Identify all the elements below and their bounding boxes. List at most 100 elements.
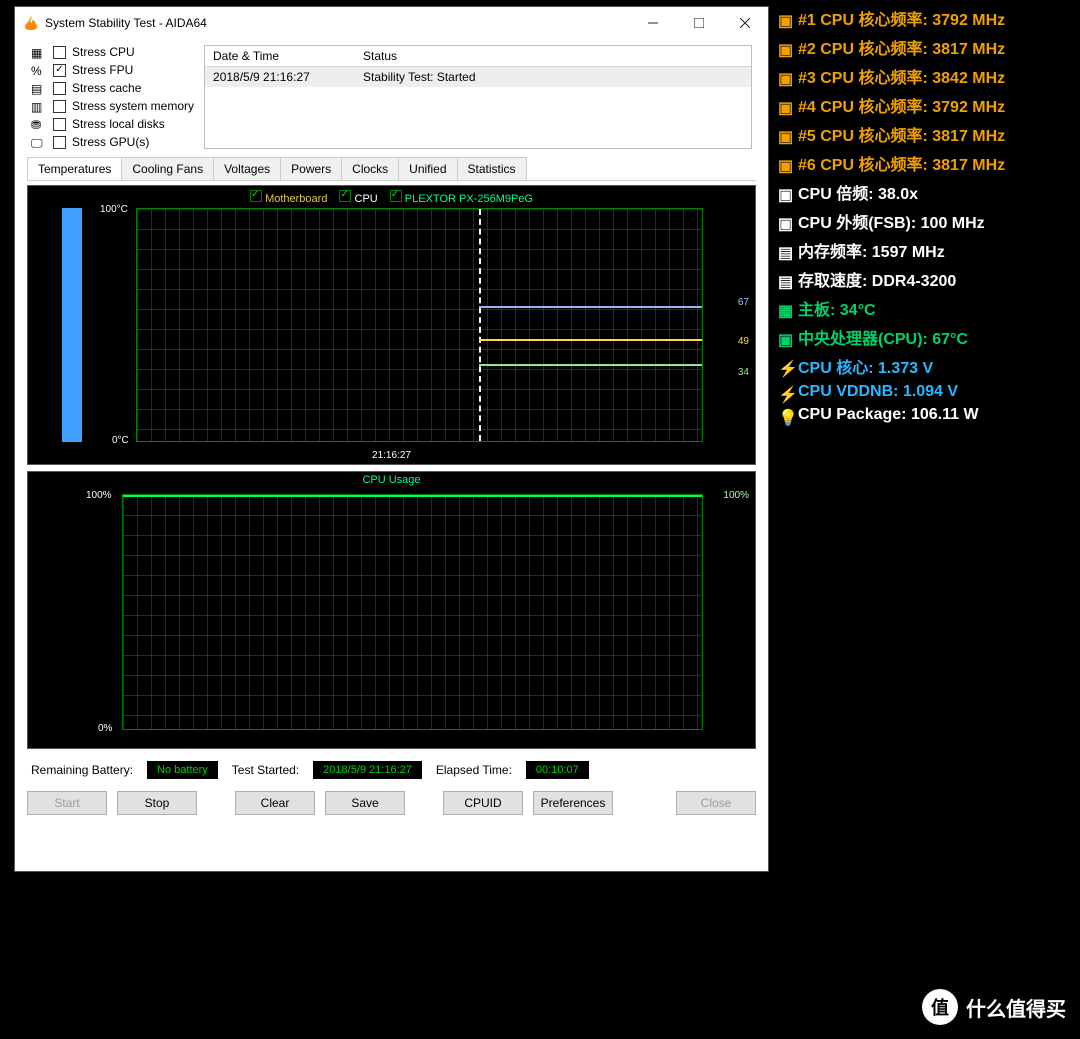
stress-option-2[interactable]: ▤ Stress cache bbox=[31, 81, 194, 95]
flame-icon bbox=[23, 15, 39, 31]
tab-cooling-fans[interactable]: Cooling Fans bbox=[121, 157, 214, 180]
checkbox-icon[interactable] bbox=[53, 136, 66, 149]
log-cell-datetime: 2018/5/9 21:16:27 bbox=[205, 67, 355, 87]
legend-checkbox-icon[interactable] bbox=[339, 190, 351, 202]
stress-label: Stress GPU(s) bbox=[72, 135, 149, 149]
chip-icon: ▣ bbox=[778, 40, 792, 54]
log-cell-status: Stability Test: Started bbox=[355, 67, 751, 87]
log-row[interactable]: 2018/5/9 21:16:27 Stability Test: Starte… bbox=[205, 67, 751, 87]
rtick-34: 34 bbox=[738, 367, 749, 378]
cpu-usage-title: CPU Usage bbox=[28, 472, 755, 486]
checkbox-icon[interactable] bbox=[53, 64, 66, 77]
sensor-label: #3 CPU 核心频率: 3842 MHz bbox=[798, 64, 1005, 88]
log-header-datetime: Date & Time bbox=[205, 46, 355, 66]
legend-motherboard[interactable]: Motherboard bbox=[250, 190, 327, 205]
save-button[interactable]: Save bbox=[325, 791, 405, 815]
sensor-row-14: 💡 CPU Package: 106.11 W bbox=[778, 406, 1072, 424]
battery-value: No battery bbox=[147, 761, 218, 779]
bulb-icon: 💡 bbox=[778, 408, 792, 422]
sensor-label: CPU 倍频: 38.0x bbox=[798, 180, 918, 204]
legend-plextor-px-256m9peg[interactable]: PLEXTOR PX-256M9PeG bbox=[390, 190, 533, 205]
chip-icon: ▣ bbox=[778, 330, 792, 344]
maximize-button[interactable] bbox=[676, 7, 722, 39]
sensor-row-4: ▣ #5 CPU 核心频率: 3817 MHz bbox=[778, 122, 1072, 146]
legend-cpu[interactable]: CPU bbox=[339, 190, 377, 205]
bolt-icon: ⚡ bbox=[778, 359, 792, 373]
preferences-button[interactable]: Preferences bbox=[533, 791, 613, 815]
started-label: Test Started: bbox=[232, 763, 299, 777]
stress-option-1[interactable]: % Stress FPU bbox=[31, 63, 194, 77]
tab-voltages[interactable]: Voltages bbox=[213, 157, 281, 180]
stress-option-0[interactable]: ▦ Stress CPU bbox=[31, 45, 194, 59]
button-row: Start Stop Clear Save CPUID Preferences … bbox=[15, 785, 768, 827]
chip-icon: ▣ bbox=[778, 156, 792, 170]
close-button[interactable] bbox=[722, 7, 768, 39]
legend-checkbox-icon[interactable] bbox=[390, 190, 402, 202]
usage-grid bbox=[122, 494, 703, 730]
sensor-label: #6 CPU 核心频率: 3817 MHz bbox=[798, 151, 1005, 175]
sensor-label: #4 CPU 核心频率: 3792 MHz bbox=[798, 93, 1005, 117]
mem-icon: ▤ bbox=[778, 243, 792, 257]
tab-powers[interactable]: Powers bbox=[280, 157, 342, 180]
tab-temperatures[interactable]: Temperatures bbox=[27, 157, 122, 180]
tab-unified[interactable]: Unified bbox=[398, 157, 457, 180]
sensor-label: 中央处理器(CPU): 67°C bbox=[798, 325, 968, 349]
stress-label: Stress CPU bbox=[72, 45, 135, 59]
sensor-row-1: ▣ #2 CPU 核心频率: 3817 MHz bbox=[778, 35, 1072, 59]
sensor-label: CPU 外频(FSB): 100 MHz bbox=[798, 209, 985, 233]
checkbox-icon[interactable] bbox=[53, 82, 66, 95]
cpu-curve bbox=[479, 306, 702, 308]
stress-options: ▦ Stress CPU % Stress FPU ▤ Stress cache ▥ … bbox=[31, 45, 194, 149]
ytick-min: 0°C bbox=[112, 435, 129, 446]
sensor-row-13: ⚡ CPU VDDNB: 1.094 V bbox=[778, 383, 1072, 401]
tab-clocks[interactable]: Clocks bbox=[341, 157, 399, 180]
checkbox-icon[interactable] bbox=[53, 118, 66, 131]
tab-statistics[interactable]: Statistics bbox=[457, 157, 527, 180]
checkbox-icon[interactable] bbox=[53, 100, 66, 113]
stress-option-5[interactable]: 🖵 Stress GPU(s) bbox=[31, 135, 194, 149]
motherboard-curve bbox=[479, 339, 702, 341]
legend-checkbox-icon[interactable] bbox=[250, 190, 262, 202]
close-panel-button[interactable]: Close bbox=[676, 791, 756, 815]
stress-option-4[interactable]: ⛃ Stress local disks bbox=[31, 117, 194, 131]
sensor-label: CPU VDDNB: 1.094 V bbox=[798, 383, 958, 401]
watermark-badge-icon: 值 bbox=[922, 989, 958, 1025]
ytick-max2: 100% bbox=[86, 490, 112, 501]
clear-button[interactable]: Clear bbox=[235, 791, 315, 815]
temperature-chart: Motherboard CPU PLEXTOR PX-256M9PeG 100°… bbox=[27, 185, 756, 465]
ytick-min2: 0% bbox=[98, 723, 112, 734]
cpuid-button[interactable]: CPUID bbox=[443, 791, 523, 815]
usage-line bbox=[123, 495, 702, 497]
bolt-icon: ⚡ bbox=[778, 385, 792, 399]
mem-icon: ▤ bbox=[778, 272, 792, 286]
chart-tabs: TemperaturesCooling FansVoltagesPowersCl… bbox=[27, 157, 756, 181]
stress-option-3[interactable]: ▥ Stress system memory bbox=[31, 99, 194, 113]
chip-icon: ▣ bbox=[778, 69, 792, 83]
chip-icon: ▣ bbox=[778, 214, 792, 228]
elapsed-value: 00:10:07 bbox=[526, 761, 589, 779]
temp-legend: Motherboard CPU PLEXTOR PX-256M9PeG bbox=[28, 186, 755, 209]
window-title: System Stability Test - AIDA64 bbox=[45, 16, 207, 30]
xlabel-time: 21:16:27 bbox=[372, 450, 411, 461]
start-button[interactable]: Start bbox=[27, 791, 107, 815]
sensor-row-11: ▣ 中央处理器(CPU): 67°C bbox=[778, 325, 1072, 349]
sensor-row-5: ▣ #6 CPU 核心频率: 3817 MHz bbox=[778, 151, 1072, 175]
minimize-button[interactable] bbox=[630, 7, 676, 39]
ytick-max: 100°C bbox=[100, 204, 128, 215]
aida64-window: System Stability Test - AIDA64 ▦ Stress … bbox=[14, 6, 769, 872]
memory-icon: ▥ bbox=[31, 100, 47, 112]
temp-grid bbox=[136, 208, 703, 442]
checkbox-icon[interactable] bbox=[53, 46, 66, 59]
sensor-row-2: ▣ #3 CPU 核心频率: 3842 MHz bbox=[778, 64, 1072, 88]
sensor-row-12: ⚡ CPU 核心: 1.373 V bbox=[778, 354, 1072, 378]
sensor-row-9: ▤ 存取速度: DDR4-3200 bbox=[778, 267, 1072, 291]
cpu-icon: ▦ bbox=[31, 46, 47, 58]
sensor-label: 内存频率: 1597 MHz bbox=[798, 238, 945, 262]
stop-button[interactable]: Stop bbox=[117, 791, 197, 815]
title-bar[interactable]: System Stability Test - AIDA64 bbox=[15, 7, 768, 39]
gpu-icon: 🖵 bbox=[31, 136, 47, 148]
sensor-row-6: ▣ CPU 倍频: 38.0x bbox=[778, 180, 1072, 204]
event-log[interactable]: Date & Time Status 2018/5/9 21:16:27 Sta… bbox=[204, 45, 752, 149]
start-marker bbox=[479, 209, 481, 441]
rtick-67: 67 bbox=[738, 297, 749, 308]
